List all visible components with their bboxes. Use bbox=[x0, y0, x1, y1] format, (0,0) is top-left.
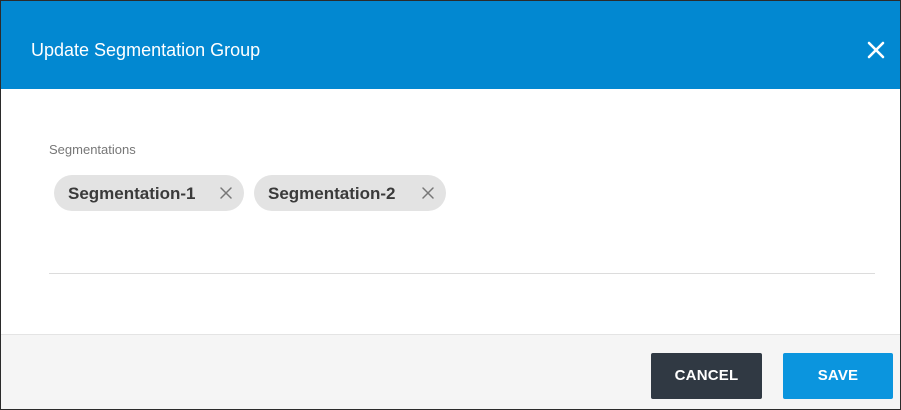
close-icon[interactable] bbox=[421, 186, 435, 200]
cancel-button[interactable]: CANCEL bbox=[651, 353, 762, 399]
dialog-title: Update Segmentation Group bbox=[31, 40, 261, 60]
save-button[interactable]: SAVE bbox=[783, 353, 893, 399]
segmentation-chip[interactable]: Segmentation-2 bbox=[254, 175, 446, 211]
dialog-footer: CANCEL SAVE bbox=[1, 334, 900, 409]
segmentations-label: Segmentations bbox=[49, 142, 136, 157]
dialog-body: Segmentations Segmentation-1 Segmentatio… bbox=[1, 89, 900, 333]
close-icon[interactable] bbox=[864, 38, 888, 62]
update-segmentation-group-dialog: Update Segmentation Group Segmentations … bbox=[0, 0, 901, 410]
segmentations-field-underline bbox=[49, 273, 875, 274]
dialog-header: Update Segmentation Group bbox=[1, 1, 900, 89]
segmentation-chip-label: Segmentation-2 bbox=[268, 184, 396, 203]
segmentation-chip[interactable]: Segmentation-1 bbox=[54, 175, 244, 211]
segmentation-chip-label: Segmentation-1 bbox=[68, 184, 196, 203]
close-icon[interactable] bbox=[219, 186, 233, 200]
